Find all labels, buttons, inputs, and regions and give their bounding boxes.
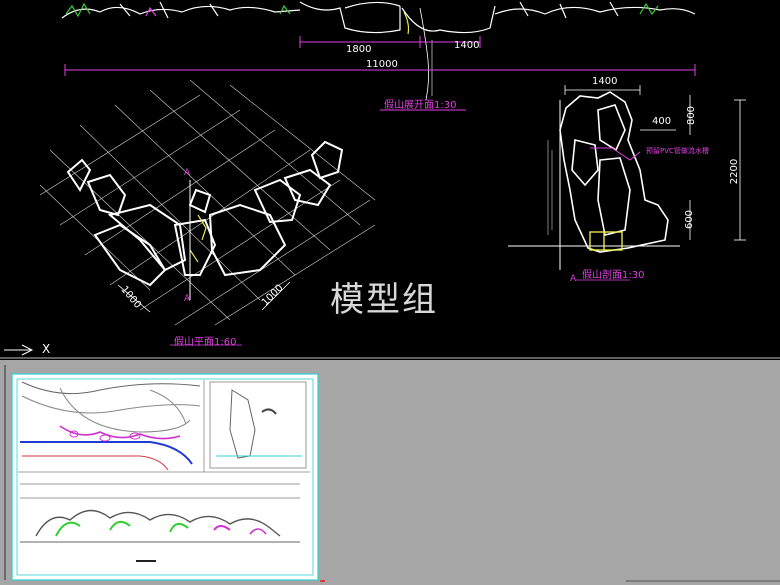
ucs-axis-icon [4, 344, 34, 356]
elevation-dim-right: 1400 [454, 40, 480, 51]
section-dim-600: 600 [684, 209, 696, 230]
watermark-text: 模型组 [330, 280, 438, 320]
section-title: 假山剖面1:30 [582, 270, 645, 281]
plan-rockery-outline [66, 140, 344, 287]
plan-section-mark-bottom: A [184, 294, 191, 304]
plan-section-mark-top: A [184, 168, 191, 178]
section-callout: 预留PVC管做流水槽 [646, 147, 709, 155]
plan-title: 假山平面1:60 [174, 337, 237, 348]
section-dimensions [564, 85, 746, 281]
section-mark: A [570, 274, 577, 284]
section-dim-2200: 2200 [729, 158, 741, 185]
vegetation-accents [65, 2, 659, 35]
elevation-dim-total: 11000 [366, 59, 398, 70]
thumbnail-drawing [0, 360, 780, 585]
cad-drawing-viewport: 1800 1400 11000 假山展开面1:30 A A 1000 1000 … [0, 0, 780, 585]
section-dim-800: 800 [686, 105, 698, 126]
elevation-dim-left: 1800 [346, 44, 372, 55]
section-dim-top: 1400 [592, 76, 618, 87]
section-dim-400: 400 [652, 116, 672, 127]
ucs-axis-label: X [42, 342, 51, 356]
elevation-title: 假山展开面1:30 [384, 100, 457, 111]
elevation-dimensions [64, 36, 696, 111]
thumbnail-preview-panel [0, 360, 780, 585]
